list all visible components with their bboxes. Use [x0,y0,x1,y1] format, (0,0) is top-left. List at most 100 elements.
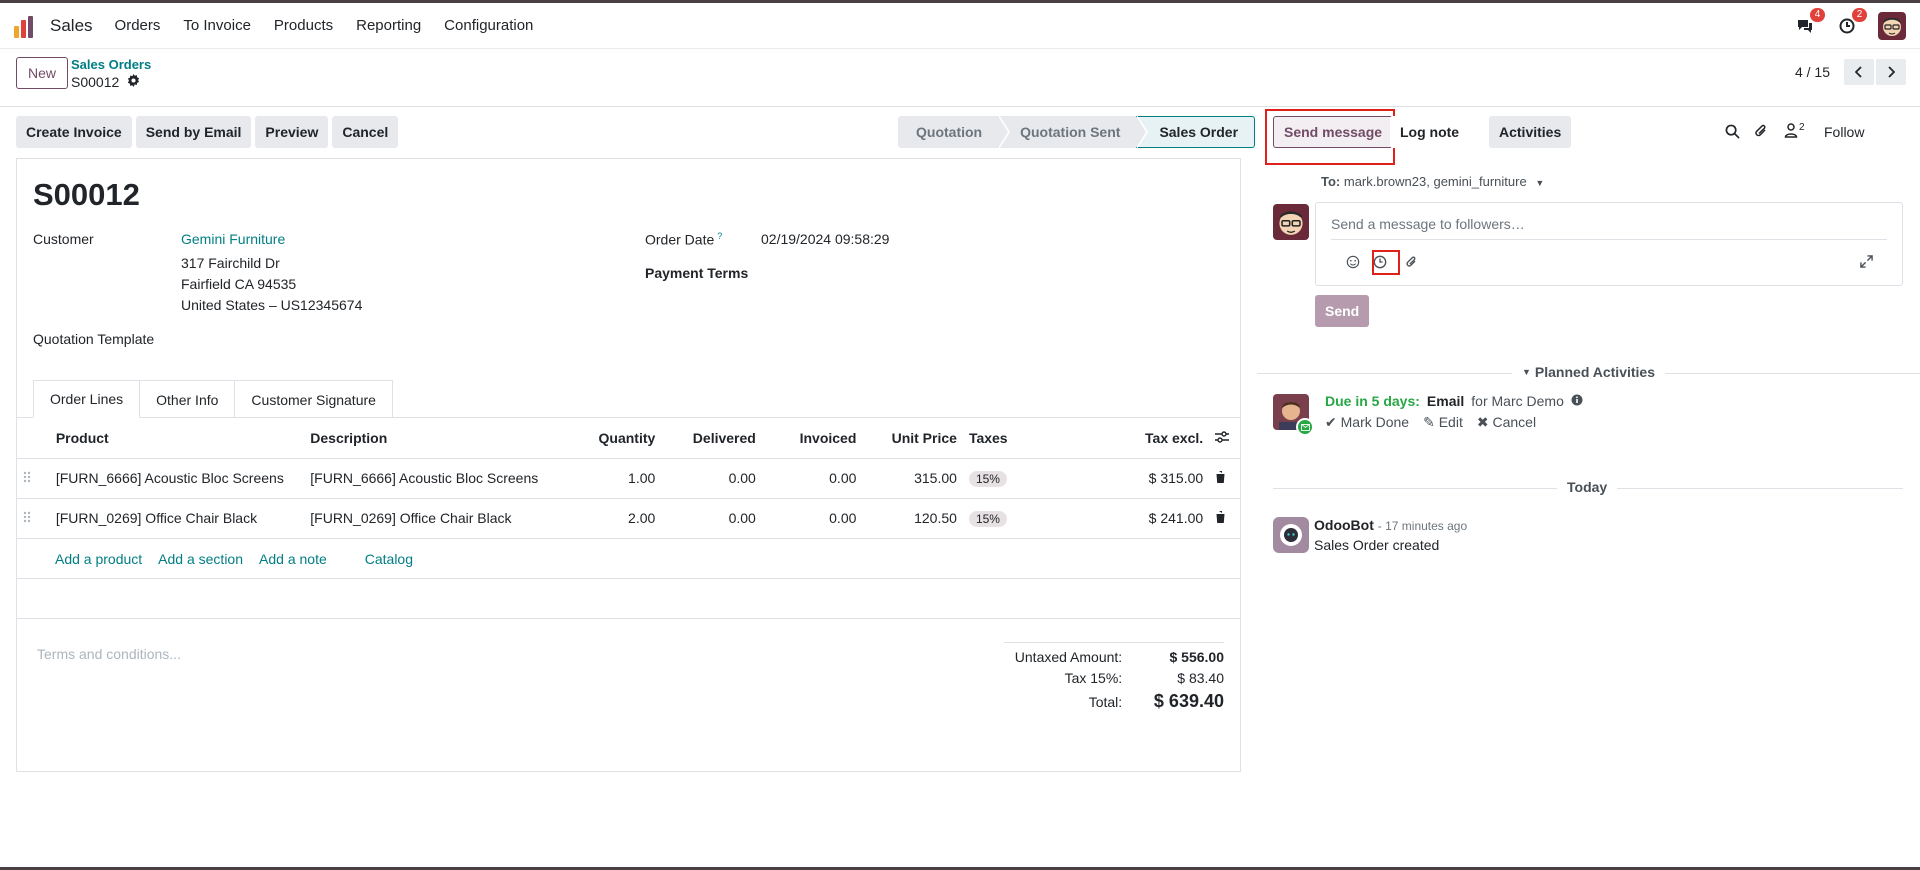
line-product[interactable]: [FURN_6666] Acoustic Bloc Screens [49,458,305,499]
stage-quotation[interactable]: Quotation [898,115,1011,149]
chatter-panel: Send message Log note Activities 2 Follo… [1257,107,1920,867]
preview-button[interactable]: Preview [255,116,329,148]
line-unit-price[interactable]: 120.50 [862,498,963,539]
user-avatar[interactable] [1878,12,1906,40]
planned-activities-toggle[interactable]: ▼ Planned Activities [1512,364,1665,380]
col-description[interactable]: Description [304,418,588,459]
help-icon[interactable]: ? [717,231,722,241]
log-note-button[interactable]: Log note [1390,116,1470,148]
menu-configuration[interactable]: Configuration [444,17,533,34]
stage-quotation-sent[interactable]: Quotation Sent [998,115,1149,149]
gear-icon[interactable] [127,74,140,90]
paperclip-icon[interactable] [1754,123,1768,142]
col-taxes[interactable]: Taxes [962,418,1087,459]
message-input[interactable]: Send a message to followers… [1331,216,1525,232]
control-panel: New Sales Orders S00012 4 / 15 [0,49,1920,107]
tab-order-lines[interactable]: Order Lines [33,380,141,418]
line-invoiced[interactable]: 0.00 [761,458,863,499]
record-title: S00012 [33,177,140,212]
stage-quotation-sent-label: Quotation Sent [1020,124,1121,140]
tab-customer-signature[interactable]: Customer Signature [234,380,393,418]
mark-done-button[interactable]: ✔ Mark Done [1325,414,1409,431]
line-invoiced[interactable]: 0.00 [761,498,863,539]
address-line-2: Fairfield CA 94535 [181,276,297,292]
stage-sales-order-label: Sales Order [1159,124,1239,140]
table-row[interactable]: [FURN_6666] Acoustic Bloc Screens [FURN_… [17,458,1240,499]
pager-previous-button[interactable] [1844,59,1874,85]
terms-input[interactable]: Terms and conditions... [37,646,181,662]
activities-clock-icon[interactable]: 2 [1836,8,1867,37]
menu-reporting[interactable]: Reporting [356,17,421,34]
line-product[interactable]: [FURN_0269] Office Chair Black [49,498,305,539]
top-navbar: Sales Orders To Invoice Products Reporti… [0,3,1920,49]
send-by-email-button[interactable]: Send by Email [135,116,252,148]
col-product[interactable]: Product [49,418,305,459]
create-invoice-button[interactable]: Create Invoice [16,116,132,148]
cancel-activity-button[interactable]: ✖ Cancel [1477,414,1536,431]
line-delivered[interactable]: 0.00 [661,498,762,539]
edit-label: Edit [1438,414,1463,430]
followers-icon[interactable]: 2 [1784,122,1805,138]
col-delivered[interactable]: Delivered [661,418,762,459]
edit-activity-button[interactable]: ✎ Edit [1423,414,1463,431]
catalog-link[interactable]: Catalog [365,551,413,567]
untaxed-row: Untaxed Amount: $ 556.00 [1004,649,1224,665]
follow-button[interactable]: Follow [1824,124,1864,140]
new-button[interactable]: New [16,57,69,89]
line-unit-price[interactable]: 315.00 [862,458,963,499]
col-quantity[interactable]: Quantity [587,418,662,459]
message-author[interactable]: OdooBot [1314,517,1374,533]
menu-products[interactable]: Products [274,17,333,34]
trash-icon[interactable] [1209,458,1240,499]
app-name[interactable]: Sales [50,16,93,36]
add-section-link[interactable]: Add a section [158,551,243,567]
cancel-button[interactable]: Cancel [332,116,399,148]
chevron-left-icon [1855,66,1862,78]
sales-app-icon[interactable] [14,14,38,38]
line-quantity[interactable]: 2.00 [587,498,662,539]
activity-due: Due in 5 days: [1325,393,1420,409]
emoji-icon[interactable] [1346,255,1360,272]
menu-to-invoice[interactable]: To Invoice [183,17,251,34]
add-note-link[interactable]: Add a note [259,551,327,567]
col-tax-excl[interactable]: Tax excl. [1086,418,1210,459]
messages-icon[interactable]: 4 [1794,8,1825,37]
caret-down-icon[interactable]: ▼ [1535,178,1544,188]
customer-label: Customer [33,231,94,247]
expand-icon[interactable] [1860,255,1873,271]
col-unit-price[interactable]: Unit Price [862,418,963,459]
check-icon: ✔ [1325,414,1341,430]
search-icon[interactable] [1725,124,1740,142]
pager-value[interactable]: 4 / 15 [1795,64,1830,80]
info-icon[interactable] [1571,393,1583,409]
line-description[interactable]: [FURN_0269] Office Chair Black [304,498,588,539]
tab-other-info[interactable]: Other Info [139,380,236,418]
drag-handle-icon[interactable] [17,498,50,539]
send-button[interactable]: Send [1315,295,1370,327]
add-product-link[interactable]: Add a product [55,551,142,567]
col-invoiced[interactable]: Invoiced [761,418,863,459]
drag-handle-icon[interactable] [17,458,50,499]
pager-next-button[interactable] [1876,59,1906,85]
stage-sales-order[interactable]: Sales Order [1136,116,1256,148]
breadcrumb-current: S00012 [71,74,140,90]
attachment-icon[interactable] [1405,255,1418,272]
order-date-value[interactable]: 02/19/2024 09:58:29 [761,231,889,247]
trash-icon[interactable] [1209,498,1240,539]
line-delivered[interactable]: 0.00 [661,458,762,499]
menu-orders[interactable]: Orders [115,17,161,34]
activities-button[interactable]: Activities [1489,116,1572,148]
column-settings-icon[interactable] [1209,418,1240,459]
total-value: $ 639.40 [1153,691,1224,711]
table-row[interactable]: [FURN_0269] Office Chair Black [FURN_026… [17,498,1240,539]
line-taxes[interactable]: 15% [962,498,1087,539]
line-description[interactable]: [FURN_6666] Acoustic Bloc Screens [304,458,588,499]
total-row: Total: $ 639.40 [1004,691,1224,712]
customer-link[interactable]: Gemini Furniture [181,231,285,247]
order-date-label: Order Date? [645,231,722,248]
recipients[interactable]: mark.brown23, gemini_furniture [1344,174,1527,189]
line-taxes[interactable]: 15% [962,458,1087,499]
breadcrumb-sales-orders[interactable]: Sales Orders [71,57,151,72]
line-quantity[interactable]: 1.00 [587,458,662,499]
tax-label: Tax 15%: [1064,670,1123,686]
